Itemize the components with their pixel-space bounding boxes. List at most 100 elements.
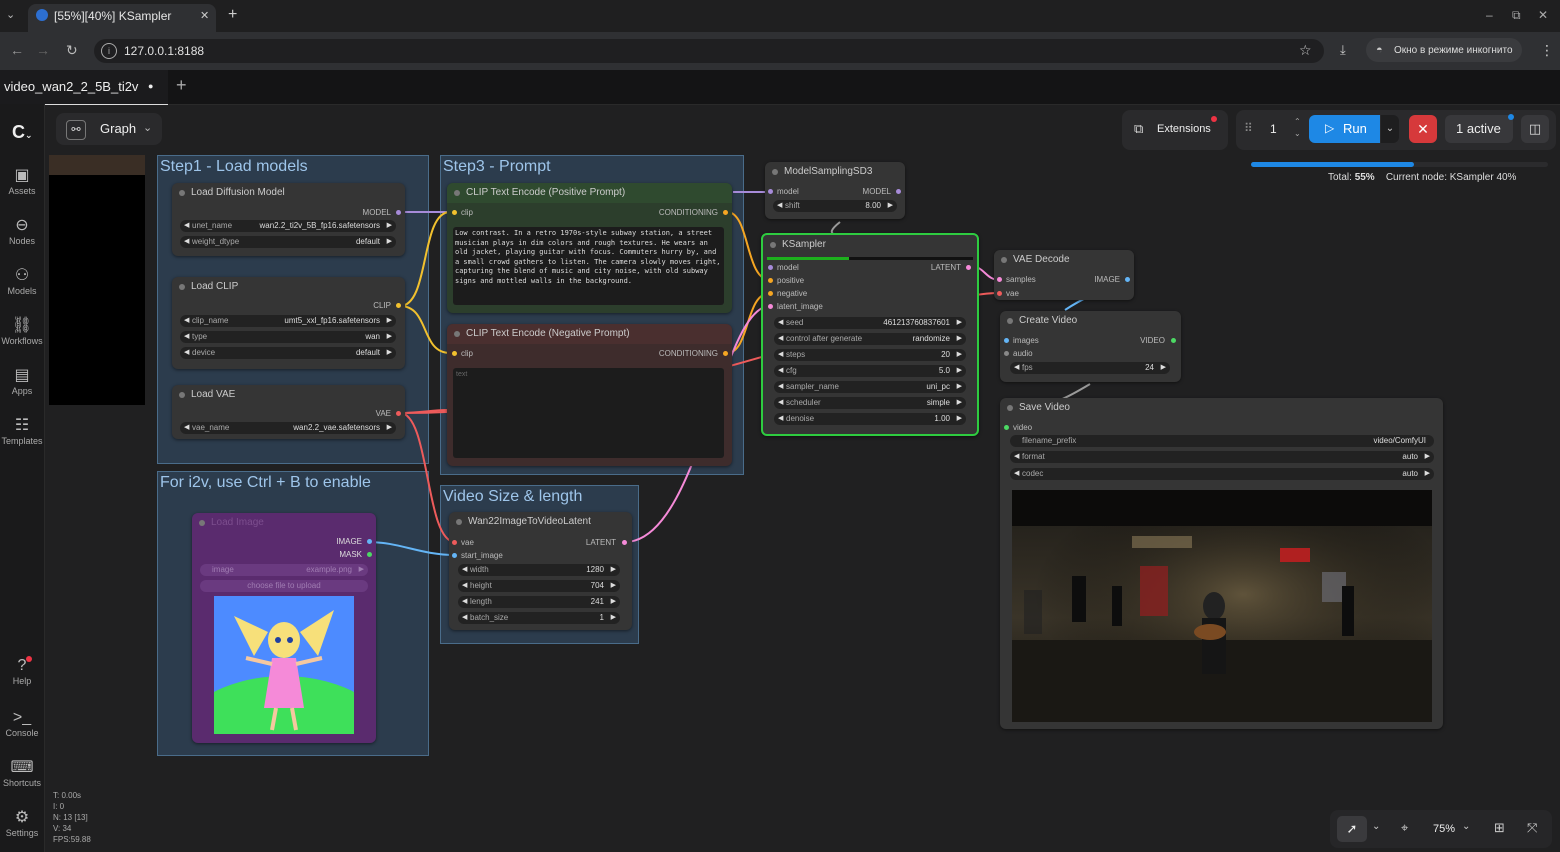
node-ksampler[interactable]: KSampler model LATENT positive negative … [761,233,979,436]
drag-handle-icon[interactable]: ⠿ [1244,121,1253,135]
node-model-sampling-sd3[interactable]: ModelSamplingSD3 model MODEL ◀ shift 8.00 ▶ [765,162,905,219]
node-create-video[interactable]: Create Video images VIDEO audio ◀ fps 24 ▶ [1000,311,1181,382]
widget-device[interactable]: ◀ device default ▶ [180,347,396,359]
widget-codec[interactable]: ◀ codec auto ▶ [1010,468,1434,480]
widget-sampler-name[interactable]: ◀ sampler_name uni_pc ▶ [774,381,966,393]
widget-scheduler[interactable]: ◀ scheduler simple ▶ [774,397,966,409]
extensions-badge [1211,116,1217,122]
input-socket-vae[interactable] [452,540,457,545]
node-load-clip[interactable]: Load CLIP CLIP ◀ clip_name umt5_xxl_fp16.s… [172,277,405,369]
output-socket-image[interactable] [367,539,372,544]
sidebar-item-shortcuts[interactable]: ⌨ Shortcuts [0,758,44,788]
input-socket-samples[interactable] [997,277,1002,282]
output-socket[interactable] [396,411,401,416]
widget-steps[interactable]: ◀ steps 20 ▶ [774,349,966,361]
widget-image[interactable]: image example.png ▶ [200,564,368,576]
negative-textarea[interactable]: text [453,368,724,458]
output-socket[interactable] [723,210,728,215]
sidebar-item-nodes[interactable]: ⊖ Nodes [0,216,44,246]
queue-count-input[interactable]: 1 [1270,122,1277,136]
widget-shift[interactable]: ◀ shift 8.00 ▶ [773,200,897,212]
input-socket-images[interactable] [1004,338,1009,343]
widget-vae-name[interactable]: ◀ vae_name wan2.2_vae.safetensors ▶ [180,422,396,434]
prompt-textarea[interactable]: Low contrast. In a retro 1970s-style sub… [453,227,724,305]
widget-type[interactable]: ◀ type wan ▶ [180,331,396,343]
gear-icon: ⚙ [14,809,30,826]
input-socket[interactable] [452,351,457,356]
widget-fps[interactable]: ◀ fps 24 ▶ [1010,362,1170,374]
widget-denoise[interactable]: ◀ denoise 1.00 ▶ [774,413,966,425]
output-socket[interactable] [1125,277,1130,282]
graph-label: Graph [100,121,137,136]
widget-batch-size[interactable]: ◀ batch_size 1 ▶ [458,612,620,624]
widget-seed[interactable]: ◀ seed 461213760837601 ▶ [774,317,966,329]
tool-chevron-icon[interactable]: ⌄ [1372,821,1380,832]
input-socket-latent[interactable] [768,304,773,309]
output-socket[interactable] [896,189,901,194]
upload-button[interactable]: choose file to upload [200,580,368,592]
output-socket[interactable] [396,303,401,308]
node-positive-prompt[interactable]: CLIP Text Encode (Positive Prompt) clip … [447,183,732,313]
sidebar-item-apps[interactable]: ▤ Apps [0,366,44,396]
queue-stepper-icon[interactable]: ⌃ ⌄ [1294,116,1301,140]
node-title: Load CLIP [172,277,405,297]
widget-length[interactable]: ◀ length 241 ▶ [458,596,620,608]
node-load-diffusion-model[interactable]: Load Diffusion Model MODEL ◀ unet_name wan… [172,183,405,256]
comfy-logo[interactable]: C⌄ [12,122,33,143]
node-save-video[interactable]: Save Video video filename_prefix video/Co… [1000,398,1443,729]
graph-chevron-icon: ⌄ [143,122,153,134]
node-load-image[interactable]: Load Image IMAGE MASK image example.png ▶ … [192,513,376,743]
output-socket[interactable] [396,210,401,215]
input-socket-model[interactable] [768,265,773,270]
active-label: 1 active [1456,121,1501,136]
sidebar-item-assets[interactable]: ▣ Assets [0,166,44,196]
zoom-chevron-icon[interactable]: ⌄ [1462,821,1470,832]
node-title: Save Video [1000,398,1443,418]
fit-view-icon[interactable]: ⌖ [1401,820,1408,836]
sidebar-item-models[interactable]: ⚇ Models [0,266,44,296]
widget-clip-name[interactable]: ◀ clip_name umt5_xxl_fp16.safetensors ▶ [180,315,396,327]
widget-height[interactable]: ◀ height 704 ▶ [458,580,620,592]
sidebar-item-help[interactable]: ? Help [0,656,44,686]
input-socket-start-image[interactable] [452,553,457,558]
widget-unet-name[interactable]: ◀ unet_name wan2.2_ti2v_5B_fp16.safetensor… [180,220,396,232]
output-socket[interactable] [723,351,728,356]
input-socket-negative[interactable] [768,291,773,296]
input-socket[interactable] [452,210,457,215]
cancel-button[interactable]: ✕ [1409,115,1437,143]
output-socket-mask[interactable] [367,552,372,557]
sidebar-item-console[interactable]: >_ Console [0,708,44,738]
select-tool-icon[interactable]: ➚ [1337,816,1367,842]
widget-filename-prefix[interactable]: filename_prefix video/ComfyUI [1010,435,1434,447]
sidebar-item-templates[interactable]: ☷ Templates [0,416,44,446]
node-negative-prompt[interactable]: CLIP Text Encode (Negative Prompt) clip … [447,324,732,466]
zoom-level[interactable]: 75% [1433,823,1455,835]
widget-cfg[interactable]: ◀ cfg 5.0 ▶ [774,365,966,377]
input-socket-video[interactable] [1004,425,1009,430]
progress-text: Total: 55% Current node: KSampler 40% [1328,172,1517,183]
output-socket[interactable] [622,540,627,545]
input-socket[interactable] [768,189,773,194]
widget-width[interactable]: ◀ width 1280 ▶ [458,564,620,576]
node-wan22-image-to-video-latent[interactable]: Wan22ImageToVideoLatent vae LATENT start… [449,512,632,630]
ksampler-progress-track [767,257,973,260]
input-socket-positive[interactable] [768,278,773,283]
input-socket-audio[interactable] [1004,351,1009,356]
output-socket[interactable] [966,265,971,270]
link-visibility-icon[interactable]: ⤧ [1527,820,1537,836]
panel-toggle-icon[interactable]: ◫ [1521,115,1549,143]
node-vae-decode[interactable]: VAE Decode samples IMAGE vae [994,250,1134,300]
output-socket[interactable] [1171,338,1176,343]
video-preview[interactable] [1012,490,1432,722]
minimap-icon[interactable]: ⊞ [1494,820,1505,836]
widget-format[interactable]: ◀ format auto ▶ [1010,451,1434,463]
run-options-chevron[interactable]: ⌄ [1381,115,1399,143]
extensions-label: Extensions [1157,123,1211,135]
widget-control-after-generate[interactable]: ◀ control after generate randomize ▶ [774,333,966,345]
input-socket-vae[interactable] [997,291,1002,296]
sidebar-item-workflows[interactable]: ⛓ Workflows [0,316,44,346]
extensions-icon: ⧉ [1134,121,1144,136]
node-load-vae[interactable]: Load VAE VAE ◀ vae_name wan2.2_vae.safeten… [172,385,405,439]
sidebar-item-settings[interactable]: ⚙ Settings [0,808,44,838]
widget-weight-dtype[interactable]: ◀ weight_dtype default ▶ [180,236,396,248]
